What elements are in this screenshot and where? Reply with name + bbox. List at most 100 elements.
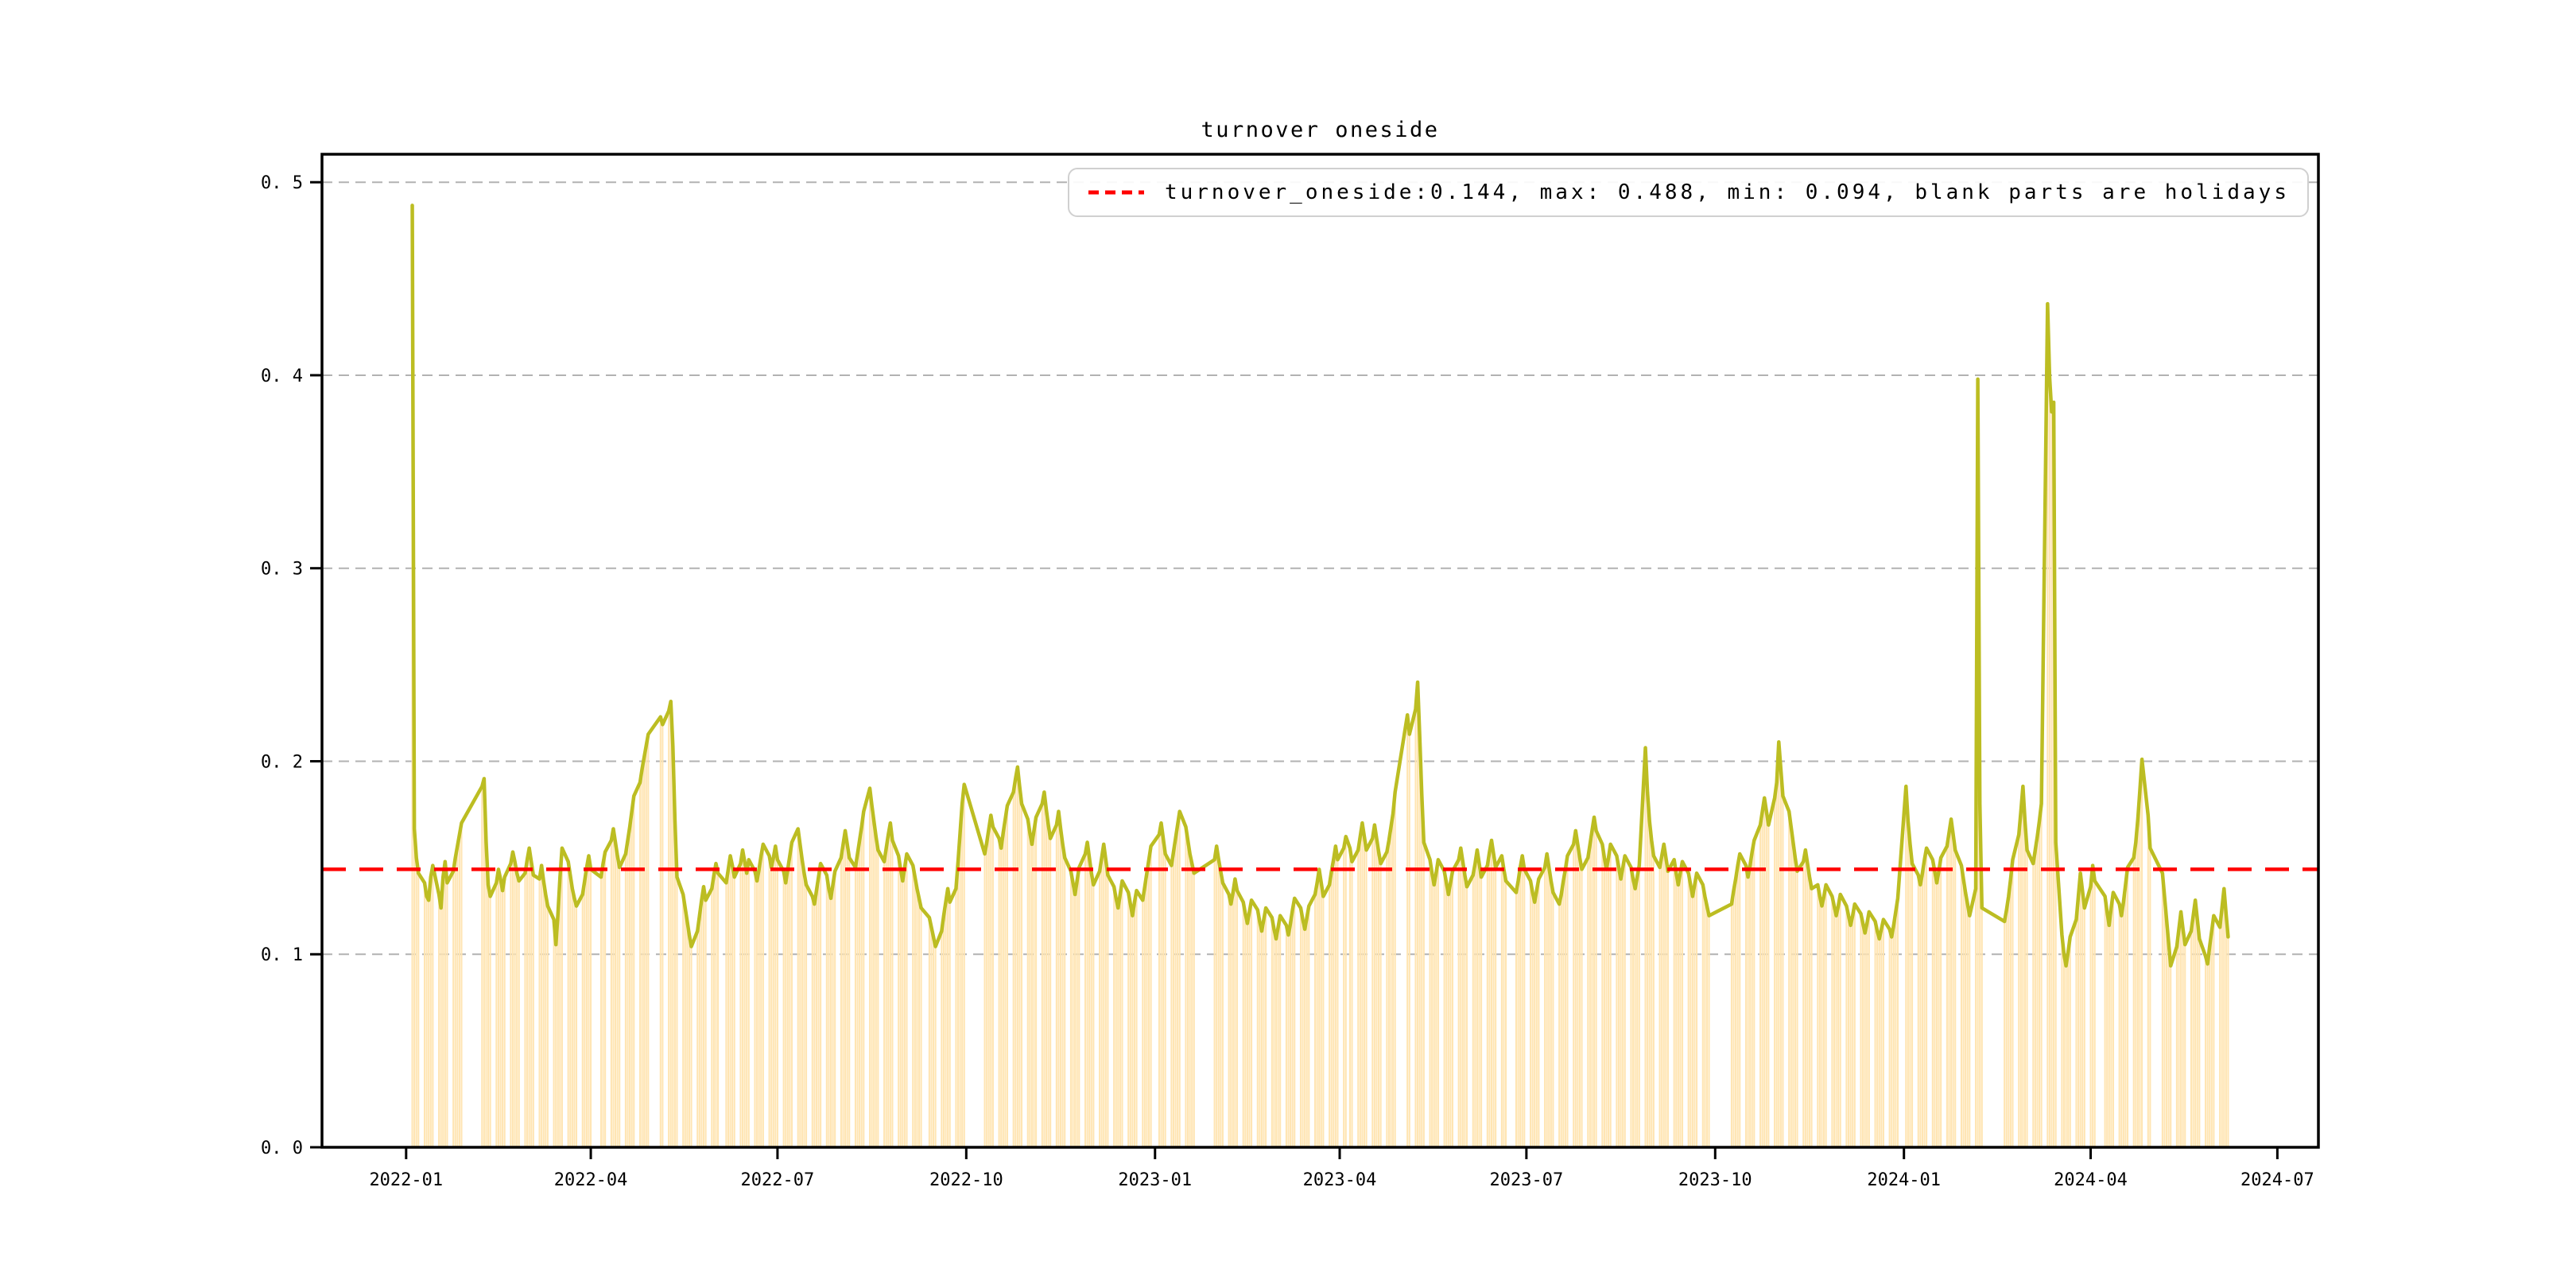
day-bar	[1794, 857, 1796, 1147]
day-bar	[1147, 859, 1150, 1147]
day-bar	[1480, 877, 1483, 1147]
day-bar	[1291, 910, 1294, 1147]
day-bar	[542, 880, 545, 1147]
day-bar	[413, 828, 416, 1147]
x-tick-label: 2023-04	[1303, 1170, 1377, 1190]
day-bar	[1630, 867, 1632, 1147]
day-bar	[1601, 844, 1604, 1147]
day-bar	[511, 852, 514, 1147]
day-bar	[2089, 886, 2092, 1147]
day-bar	[2175, 946, 2178, 1147]
day-bar	[1228, 894, 1230, 1147]
day-bar	[1435, 873, 1437, 1147]
day-bar	[1232, 892, 1234, 1147]
day-bar	[1622, 867, 1624, 1147]
day-bar	[1117, 907, 1119, 1147]
day-bar	[903, 867, 906, 1147]
day-bar	[1608, 857, 1610, 1147]
day-bar	[700, 900, 703, 1147]
day-bar	[2075, 919, 2077, 1147]
day-bar	[1236, 890, 1239, 1147]
day-bar	[1790, 827, 1792, 1147]
day-bar	[889, 823, 891, 1147]
day-bar	[746, 873, 748, 1147]
day-bar	[1495, 867, 1497, 1147]
day-bar	[1447, 894, 1449, 1147]
day-bar	[2008, 896, 2010, 1147]
day-bar	[1299, 907, 1302, 1147]
day-bar	[859, 840, 861, 1147]
day-bar	[2004, 921, 2006, 1147]
day-bar	[1026, 819, 1029, 1147]
day-bar	[1833, 906, 1836, 1147]
day-bar	[602, 863, 604, 1147]
day-bar	[1277, 927, 1279, 1147]
day-bar	[1821, 906, 1823, 1147]
y-tick-label: 0. 1	[261, 945, 303, 965]
day-bar	[1632, 879, 1635, 1147]
day-bar	[805, 884, 808, 1147]
day-bar	[1624, 855, 1626, 1147]
day-bar	[1966, 904, 1969, 1147]
day-bar	[2050, 412, 2053, 1147]
day-bar	[668, 711, 670, 1147]
day-bar	[2213, 915, 2215, 1147]
x-tick-label: 2024-04	[2054, 1170, 2128, 1190]
day-bar	[553, 919, 555, 1147]
day-bar	[1779, 769, 1782, 1147]
day-bar	[1029, 832, 1031, 1147]
day-bar	[840, 857, 842, 1147]
day-bar	[1174, 838, 1177, 1147]
day-bar	[1006, 805, 1008, 1147]
day-bar	[1926, 848, 1928, 1147]
day-bar	[1113, 886, 1115, 1147]
day-bar	[1823, 896, 1825, 1147]
day-bar	[2190, 931, 2193, 1147]
day-bar	[947, 888, 949, 1147]
day-bar	[1287, 934, 1290, 1147]
day-bar	[1617, 867, 1620, 1147]
day-bar	[425, 896, 428, 1147]
day-bar	[2067, 952, 2070, 1147]
day-bar	[1931, 859, 1934, 1147]
y-tick-label: 0. 5	[261, 173, 303, 193]
day-bar	[629, 827, 631, 1147]
day-bar	[1919, 884, 1922, 1147]
day-bar	[1431, 873, 1433, 1147]
day-bar	[485, 842, 487, 1147]
day-bar	[1086, 842, 1088, 1147]
day-bar	[571, 888, 573, 1147]
day-bar	[1329, 884, 1331, 1147]
day-bar	[610, 840, 612, 1147]
day-bar	[877, 850, 879, 1147]
day-bar	[630, 811, 633, 1147]
day-bar	[1891, 937, 1893, 1147]
day-bar	[1127, 892, 1130, 1147]
day-bar	[803, 873, 805, 1147]
x-tick-label: 2024-07	[2240, 1170, 2314, 1190]
day-bar	[1792, 842, 1794, 1147]
day-bar	[2221, 907, 2223, 1147]
day-bar	[2139, 789, 2141, 1147]
day-bar	[2122, 902, 2124, 1147]
day-bar	[1774, 797, 1776, 1147]
day-bar	[1603, 857, 1605, 1147]
day-bar	[1045, 809, 1048, 1147]
x-tick-label: 2022-10	[929, 1170, 1003, 1190]
day-bar	[801, 859, 803, 1147]
day-bar	[1589, 844, 1591, 1147]
day-bar	[497, 869, 499, 1147]
day-bar	[2192, 915, 2194, 1147]
day-bar	[1934, 871, 1936, 1147]
day-bar	[524, 873, 526, 1147]
day-bar	[1562, 880, 1565, 1147]
day-bar	[2040, 803, 2043, 1147]
day-bar	[1839, 894, 1841, 1147]
day-bar	[1548, 867, 1550, 1147]
day-bar	[528, 848, 530, 1147]
day-bar	[1172, 852, 1175, 1147]
day-bar	[1414, 708, 1417, 1147]
day-bar	[1259, 921, 1261, 1147]
day-bar	[1002, 832, 1004, 1147]
day-bar	[1016, 766, 1018, 1147]
